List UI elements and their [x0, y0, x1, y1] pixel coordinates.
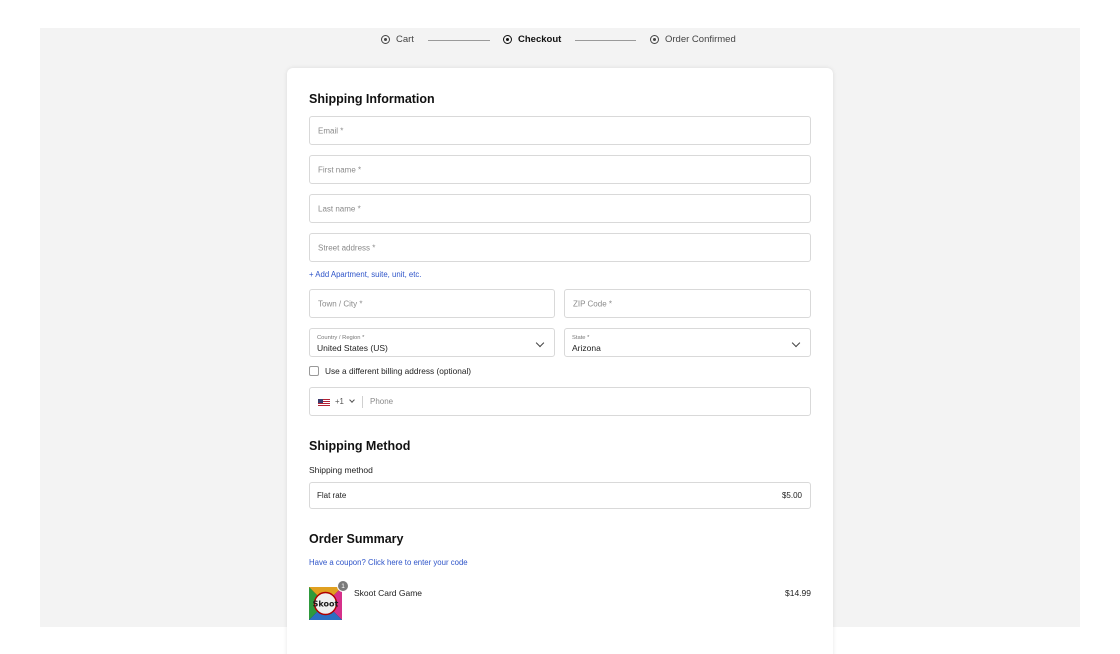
step-checkout[interactable]: Checkout [503, 34, 561, 45]
shipping-option-flat-rate[interactable]: Flat rate $5.00 [309, 482, 811, 509]
first-name-field[interactable]: First name * [309, 155, 811, 184]
product-price: $14.99 [785, 588, 811, 598]
checkout-form-card: Shipping Information Email * First name … [287, 68, 833, 654]
step-cart-label: Cart [396, 34, 414, 45]
last-name-field[interactable]: Last name * [309, 194, 811, 223]
add-apartment-link[interactable]: + Add Apartment, suite, unit, etc. [309, 270, 421, 279]
city-field[interactable]: Town / City * [309, 289, 555, 318]
email-placeholder: Email * [318, 126, 344, 135]
step-circle-icon [503, 35, 512, 44]
state-select[interactable]: State * Arizona [564, 328, 811, 357]
product-thumbnail: Skoot [309, 587, 342, 620]
product-thumb-text: Skoot [313, 600, 339, 609]
phone-placeholder: Phone [370, 397, 394, 406]
zip-placeholder: ZIP Code * [573, 299, 612, 308]
us-flag-icon[interactable] [318, 399, 330, 406]
last-name-placeholder: Last name * [318, 204, 361, 213]
phone-country-code[interactable]: +1 [335, 397, 344, 406]
step-connector [575, 40, 636, 41]
coupon-link[interactable]: Have a coupon? Click here to enter your … [309, 558, 468, 567]
country-select[interactable]: Country / Region * United States (US) [309, 328, 555, 357]
first-name-placeholder: First name * [318, 165, 362, 174]
step-cart[interactable]: Cart [381, 34, 414, 45]
state-label: State * [572, 335, 590, 341]
country-label: Country / Region * [317, 335, 365, 341]
step-circle-icon [650, 35, 659, 44]
shipping-information-title: Shipping Information [309, 92, 435, 106]
chevron-down-icon[interactable] [349, 397, 355, 403]
step-connector [428, 40, 490, 41]
order-summary-title: Order Summary [309, 532, 404, 546]
billing-address-option[interactable]: Use a different billing address (optiona… [309, 366, 471, 376]
phone-divider [362, 396, 363, 408]
shipping-option-name: Flat rate [317, 491, 347, 500]
billing-address-label: Use a different billing address (optiona… [325, 366, 472, 376]
product-name: Skoot Card Game [354, 588, 423, 598]
country-value: United States (US) [317, 343, 388, 353]
city-placeholder: Town / City * [318, 299, 363, 308]
email-field[interactable]: Email * [309, 116, 811, 145]
checkout-progress: Cart Checkout Order Confirmed [0, 34, 1120, 48]
street-address-field[interactable]: Street address * [309, 233, 811, 262]
chevron-down-icon [535, 338, 545, 348]
zip-code-field[interactable]: ZIP Code * [564, 289, 811, 318]
shipping-method-label: Shipping method [309, 465, 373, 475]
shipping-option-price: $5.00 [781, 491, 802, 500]
phone-field[interactable]: +1 Phone [309, 387, 811, 416]
step-order-confirmed-label: Order Confirmed [665, 34, 736, 45]
shipping-method-title: Shipping Method [309, 439, 411, 453]
street-address-placeholder: Street address * [318, 243, 376, 252]
quantity-badge: 1 [337, 580, 349, 592]
chevron-down-icon [791, 338, 801, 348]
step-order-confirmed: Order Confirmed [650, 34, 736, 45]
step-checkout-label: Checkout [518, 34, 562, 45]
step-circle-icon [381, 35, 390, 44]
state-value: Arizona [572, 343, 601, 353]
billing-address-checkbox[interactable] [309, 366, 319, 376]
